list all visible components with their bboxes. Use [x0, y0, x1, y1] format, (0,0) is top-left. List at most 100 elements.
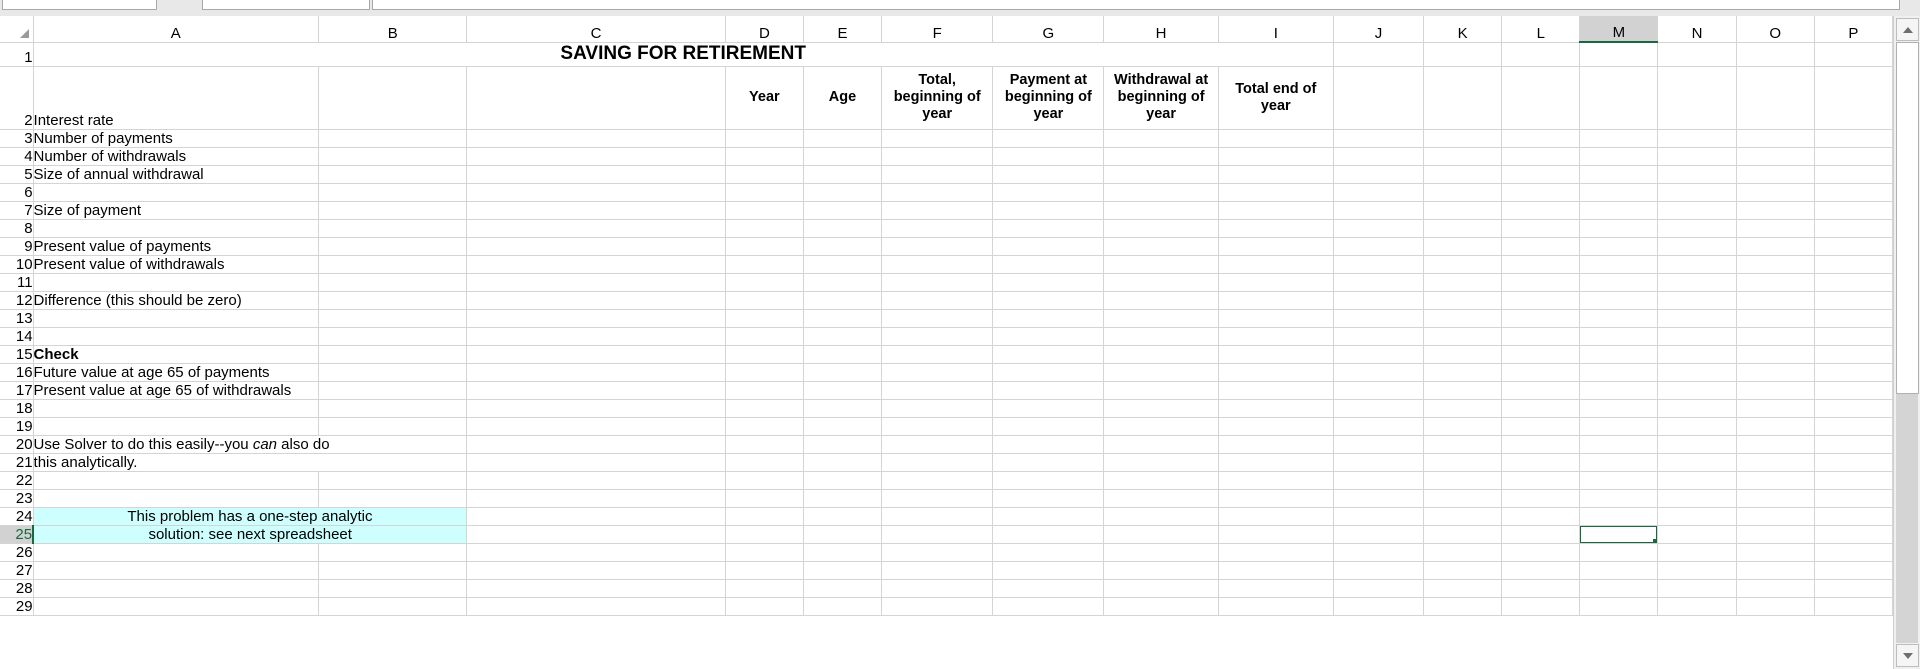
cell-D24[interactable] [725, 507, 804, 526]
cell-E14[interactable] [803, 327, 883, 346]
cell-O1[interactable] [1736, 42, 1815, 67]
row-header-5[interactable]: 5 [0, 165, 34, 184]
cell-N2[interactable] [1657, 66, 1737, 130]
cell-C29[interactable] [466, 597, 726, 616]
cell-O14[interactable] [1736, 327, 1815, 346]
cell-J6[interactable] [1333, 183, 1425, 202]
cell-P1[interactable] [1814, 42, 1894, 67]
cell-D21[interactable] [725, 453, 804, 472]
cell-N25[interactable] [1657, 525, 1737, 544]
cell-A28[interactable] [33, 579, 320, 598]
cell-O3[interactable] [1736, 129, 1815, 148]
scroll-up-arrow-icon[interactable] [1896, 18, 1919, 41]
cell-H9[interactable] [1103, 237, 1219, 256]
cell-K5[interactable] [1423, 165, 1503, 184]
cell-H18[interactable] [1103, 399, 1219, 418]
cell-L17[interactable] [1501, 381, 1581, 400]
cell-B23[interactable] [318, 489, 468, 508]
cell-A11[interactable] [33, 273, 320, 292]
cell-E26[interactable] [803, 543, 883, 562]
cell-C23[interactable] [466, 489, 726, 508]
cell-B16[interactable] [318, 363, 468, 382]
selected-cell-M25[interactable] [1579, 525, 1659, 544]
cell-K8[interactable] [1423, 219, 1503, 238]
cell-F21[interactable] [881, 453, 994, 472]
cell-M3[interactable] [1579, 129, 1659, 148]
cell-G3[interactable] [992, 129, 1105, 148]
cell-K10[interactable] [1423, 255, 1503, 274]
cell-F19[interactable] [881, 417, 994, 436]
cell-N26[interactable] [1657, 543, 1737, 562]
label-present-value-of-payments[interactable]: Present value of payments [33, 237, 320, 256]
column-header-n[interactable]: N [1657, 16, 1737, 43]
cell-O20[interactable] [1736, 435, 1815, 454]
function-wizard-box[interactable] [202, 0, 370, 10]
cell-O29[interactable] [1736, 597, 1815, 616]
solver-note-line-2[interactable]: this analytically. [33, 453, 468, 472]
row-header-20[interactable]: 20 [0, 435, 34, 454]
cell-N4[interactable] [1657, 147, 1737, 166]
row-header-19[interactable]: 19 [0, 417, 34, 436]
cell-H26[interactable] [1103, 543, 1219, 562]
cell-H8[interactable] [1103, 219, 1219, 238]
cell-M11[interactable] [1579, 273, 1659, 292]
cell-I28[interactable] [1218, 579, 1334, 598]
cell-O5[interactable] [1736, 165, 1815, 184]
cell-C14[interactable] [466, 327, 726, 346]
cell-P7[interactable] [1814, 201, 1894, 220]
cell-M21[interactable] [1579, 453, 1659, 472]
row-header-16[interactable]: 16 [0, 363, 34, 382]
cell-M5[interactable] [1579, 165, 1659, 184]
cell-G29[interactable] [992, 597, 1105, 616]
cell-G16[interactable] [992, 363, 1105, 382]
cell-M28[interactable] [1579, 579, 1659, 598]
cell-O4[interactable] [1736, 147, 1815, 166]
cell-I3[interactable] [1218, 129, 1334, 148]
label-number-of-withdrawals[interactable]: Number of withdrawals [33, 147, 320, 166]
cell-B28[interactable] [318, 579, 468, 598]
cell-J10[interactable] [1333, 255, 1425, 274]
row-header-24[interactable]: 24 [0, 507, 34, 526]
cell-C10[interactable] [466, 255, 726, 274]
cell-E12[interactable] [803, 291, 883, 310]
cell-F12[interactable] [881, 291, 994, 310]
cell-D29[interactable] [725, 597, 804, 616]
cell-J17[interactable] [1333, 381, 1425, 400]
cell-N13[interactable] [1657, 309, 1737, 328]
row-header-17[interactable]: 17 [0, 381, 34, 400]
cell-D7[interactable] [725, 201, 804, 220]
cell-B18[interactable] [318, 399, 468, 418]
header-payment-at-beginning-of-year[interactable]: Payment at beginning of year [992, 66, 1105, 130]
cell-J21[interactable] [1333, 453, 1425, 472]
cell-N5[interactable] [1657, 165, 1737, 184]
cell-D27[interactable] [725, 561, 804, 580]
cell-N19[interactable] [1657, 417, 1737, 436]
cell-C20[interactable] [466, 435, 726, 454]
cell-C5[interactable] [466, 165, 726, 184]
cell-J9[interactable] [1333, 237, 1425, 256]
cell-L18[interactable] [1501, 399, 1581, 418]
cell-P22[interactable] [1814, 471, 1894, 490]
row-header-10[interactable]: 10 [0, 255, 34, 274]
cell-J8[interactable] [1333, 219, 1425, 238]
cell-J27[interactable] [1333, 561, 1425, 580]
fill-handle[interactable] [1653, 538, 1657, 542]
cell-I9[interactable] [1218, 237, 1334, 256]
cell-A6[interactable] [33, 183, 320, 202]
cell-I10[interactable] [1218, 255, 1334, 274]
row-header-29[interactable]: 29 [0, 597, 34, 616]
cell-N7[interactable] [1657, 201, 1737, 220]
cell-L3[interactable] [1501, 129, 1581, 148]
cell-F26[interactable] [881, 543, 994, 562]
cell-M16[interactable] [1579, 363, 1659, 382]
cell-G8[interactable] [992, 219, 1105, 238]
cell-N9[interactable] [1657, 237, 1737, 256]
cell-J4[interactable] [1333, 147, 1425, 166]
cell-N27[interactable] [1657, 561, 1737, 580]
cell-N16[interactable] [1657, 363, 1737, 382]
header-total-end-of-year[interactable]: Total end of year [1218, 66, 1334, 130]
cell-L14[interactable] [1501, 327, 1581, 346]
cell-M2[interactable] [1579, 66, 1659, 130]
header-year[interactable]: Year [725, 66, 804, 130]
cell-O28[interactable] [1736, 579, 1815, 598]
